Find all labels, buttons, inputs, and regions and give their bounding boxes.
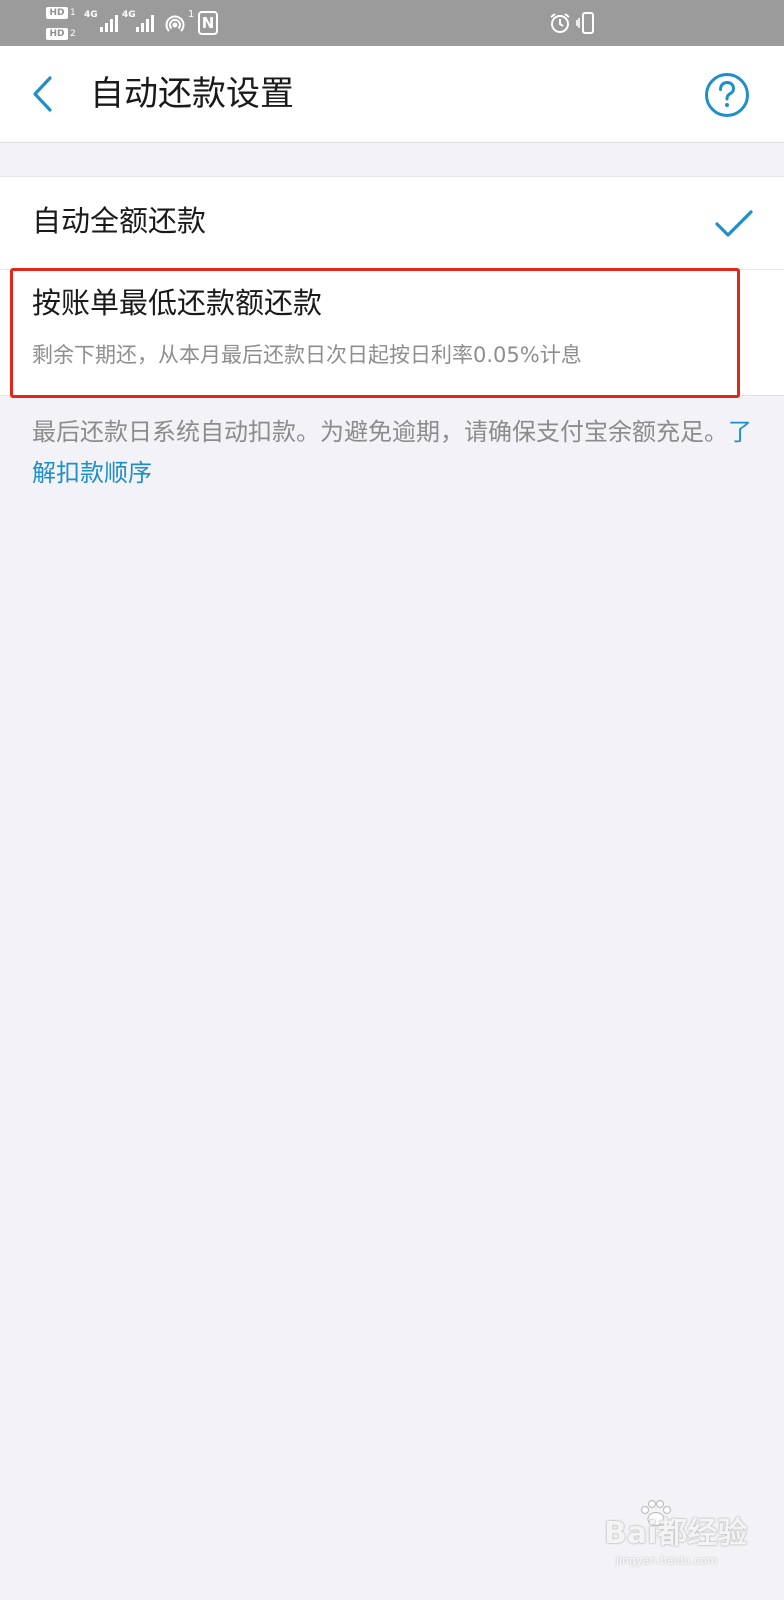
nfc-letter: N	[201, 14, 215, 32]
watermark-text: Bai都经验	[604, 1516, 748, 1551]
note-text: 最后还款日系统自动扣款。为避免逾期，请确保支付宝余额充足。	[32, 418, 728, 446]
option-description: 剩余下期还，从本月最后还款日次日起按日利率0.05%计息	[32, 343, 582, 367]
signal-sim1-icon: 4G	[84, 10, 120, 34]
vibrate-icon	[576, 12, 594, 34]
option-label: 按账单最低还款额还款	[32, 286, 323, 320]
baidu-jingyan-watermark: Bai都经验 jingyan.baidu.com	[598, 1498, 748, 1578]
option-full-repayment[interactable]: 自动全额还款	[0, 177, 784, 270]
hd-badge: HD	[46, 7, 68, 19]
checkmark-icon	[715, 210, 753, 237]
help-icon[interactable]	[704, 72, 750, 118]
alarm-icon	[550, 13, 570, 33]
network-type-label: 4G	[84, 10, 98, 20]
option-label: 自动全额还款	[32, 204, 207, 238]
hotspot-count: 1	[188, 9, 195, 20]
nfc-icon: N	[198, 11, 218, 35]
watermark-url: jingyan.baidu.com	[616, 1554, 718, 1567]
back-icon[interactable]	[26, 72, 66, 116]
network-type-label: 4G	[122, 10, 136, 20]
sim1-indicator-text: 1	[70, 8, 76, 18]
page-title: 自动还款设置	[90, 74, 294, 114]
signal-sim2-icon: 4G	[122, 10, 158, 34]
option-minimum-repayment[interactable]: 按账单最低还款额还款 剩余下期还，从本月最后还款日次日起按日利率0.05%计息	[0, 269, 784, 395]
repayment-option-list: 自动全额还款 按账单最低还款额还款 剩余下期还，从本月最后还款日次日起按日利率0…	[0, 176, 784, 396]
status-bar: HD HD 1 2 4G 4G 1 N	[0, 0, 784, 46]
hd-badge: HD	[46, 28, 68, 40]
navigation-bar: 自动还款设置	[0, 46, 784, 143]
repayment-note: 最后还款日系统自动扣款。为避免逾期，请确保支付宝余额充足。了解扣款顺序	[32, 412, 752, 494]
sim2-indicator-text: 2	[70, 29, 76, 39]
